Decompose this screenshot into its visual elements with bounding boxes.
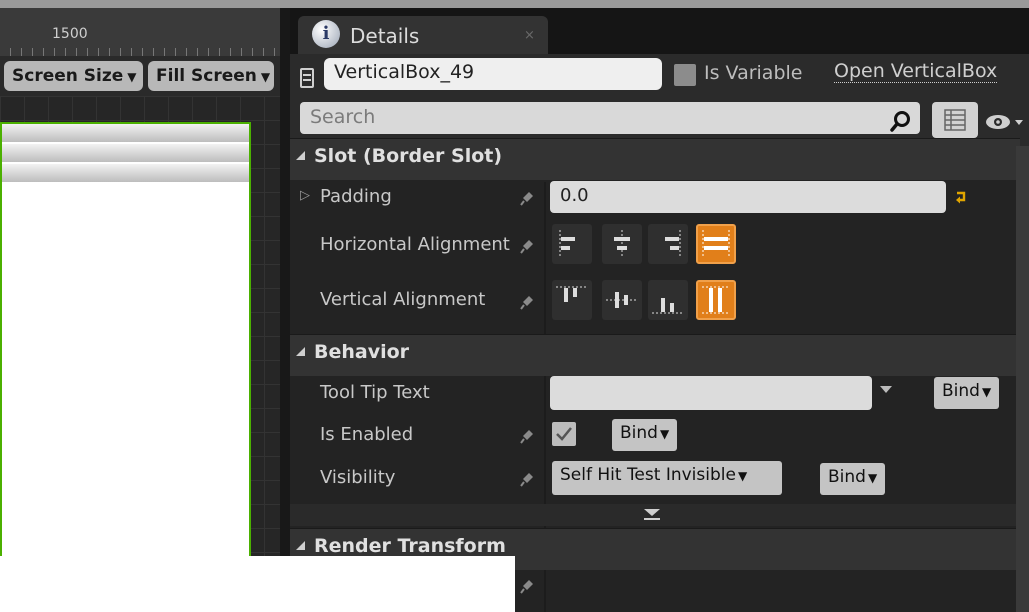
chevron-down-icon: ▼ <box>659 427 670 441</box>
align-right-icon <box>665 230 681 258</box>
render-transform-section-title: Render Transform <box>314 535 506 557</box>
canvas-band <box>2 124 249 142</box>
align-center-icon <box>614 230 630 258</box>
ruler-label: 1500 <box>52 26 88 42</box>
tab-title: Details <box>350 24 420 48</box>
padding-label: Padding <box>320 186 392 207</box>
tooltip-text-input[interactable] <box>550 376 872 410</box>
bind-label: Bind <box>942 381 980 401</box>
is-variable-checkbox[interactable] <box>674 64 696 86</box>
details-header: VerticalBox_49 Is Variable Open Vertical… <box>290 54 1029 146</box>
halign-fill-button[interactable] <box>696 224 736 264</box>
tooltip-bind-button[interactable]: Bind ▼ <box>934 377 1000 409</box>
align-middle-icon <box>606 292 638 308</box>
chevron-down-icon: ▼ <box>737 469 748 483</box>
collapse-triangle-icon <box>296 151 305 160</box>
chevron-down-icon: ▼ <box>127 70 137 84</box>
view-options-button[interactable] <box>932 102 978 138</box>
tab-details[interactable]: i Details × <box>298 16 548 54</box>
widget-name-input[interactable]: VerticalBox_49 <box>324 58 662 90</box>
horizontal-ruler: 1500 <box>0 8 280 64</box>
is-variable-label: Is Variable <box>704 62 803 84</box>
valign-top-button[interactable] <box>552 280 592 320</box>
search-input[interactable]: Search <box>300 102 920 134</box>
canvas-band <box>2 144 249 162</box>
bind-label: Bind <box>828 467 866 487</box>
vertical-alignment-label: Vertical Alignment <box>320 289 486 310</box>
designer-viewport: 1500 Screen Size ▼ Fill Screen ▼ <box>0 0 280 612</box>
pin-icon[interactable] <box>520 236 536 254</box>
enabled-bind-button[interactable]: Bind ▼ <box>612 419 678 451</box>
top-strip <box>0 0 1029 8</box>
screen-size-dropdown[interactable]: Screen Size ▼ <box>4 61 143 91</box>
bind-label: Bind <box>620 423 658 443</box>
align-left-icon <box>559 230 575 258</box>
eye-icon[interactable] <box>984 112 1024 132</box>
pin-icon[interactable] <box>520 292 536 310</box>
valign-center-button[interactable] <box>602 280 642 320</box>
close-icon[interactable]: × <box>524 28 535 43</box>
tab-bar: i Details × <box>290 8 1029 54</box>
collapse-triangle-icon <box>296 541 305 550</box>
slot-section-header[interactable]: Slot (Border Slot) <box>290 138 1020 180</box>
reset-to-default-icon[interactable] <box>954 190 968 204</box>
chevron-down-icon: ▼ <box>981 385 992 399</box>
align-bottom-icon <box>652 298 684 314</box>
info-icon: i <box>312 20 340 48</box>
align-top-icon <box>556 286 588 302</box>
valign-fill-button[interactable] <box>696 280 736 320</box>
advanced-expander[interactable] <box>290 504 1016 526</box>
open-verticalbox-link[interactable]: Open VerticalBox <box>834 60 998 83</box>
pin-icon[interactable] <box>520 426 536 444</box>
chevron-down-icon: ▼ <box>867 471 878 485</box>
is-enabled-checkbox[interactable] <box>552 422 576 446</box>
details-panel: i Details × VerticalBox_49 Is Variable O… <box>290 8 1029 612</box>
fill-screen-label: Fill Screen <box>156 66 257 86</box>
pin-icon[interactable] <box>520 188 536 206</box>
canvas-band <box>2 164 249 182</box>
slot-section-title: Slot (Border Slot) <box>314 145 503 167</box>
padding-input[interactable]: 0.0 <box>550 181 946 213</box>
screen-size-label: Screen Size <box>12 66 124 86</box>
is-enabled-label: Is Enabled <box>320 424 414 445</box>
fill-screen-dropdown[interactable]: Fill Screen ▼ <box>148 61 274 91</box>
chevron-down-icon[interactable] <box>880 386 892 393</box>
halign-right-button[interactable] <box>648 224 688 264</box>
chevron-down-icon: ▼ <box>260 70 271 84</box>
widget-icon <box>300 68 314 88</box>
collapse-triangle-icon <box>296 347 305 356</box>
search-icon[interactable] <box>890 110 912 132</box>
expand-arrow-icon[interactable]: ▷ <box>300 188 310 203</box>
cropped-area <box>0 556 515 612</box>
valign-bottom-button[interactable] <box>648 280 688 320</box>
vertical-scrollbar[interactable] <box>1016 146 1029 612</box>
grid-view-icon <box>944 109 966 131</box>
halign-left-button[interactable] <box>552 224 592 264</box>
visibility-value: Self Hit Test Invisible <box>560 465 736 485</box>
checkmark-icon <box>556 427 572 441</box>
pin-icon[interactable] <box>520 576 536 594</box>
halign-center-button[interactable] <box>602 224 642 264</box>
pin-icon[interactable] <box>520 469 536 487</box>
visibility-label: Visibility <box>320 467 396 488</box>
designer-toolbar: Screen Size ▼ Fill Screen ▼ <box>0 56 280 96</box>
visibility-dropdown[interactable]: Self Hit Test Invisible ▼ <box>552 461 782 495</box>
expand-advanced-icon <box>644 509 660 520</box>
align-fill-vertical-icon <box>702 286 730 314</box>
behavior-section-header[interactable]: Behavior <box>290 334 1020 376</box>
widget-canvas[interactable] <box>0 122 251 562</box>
behavior-section-title: Behavior <box>314 341 410 363</box>
tooltip-text-label: Tool Tip Text <box>320 382 430 403</box>
align-fill-horizontal-icon <box>702 230 730 258</box>
panel-splitter[interactable] <box>280 8 290 612</box>
horizontal-alignment-label: Horizontal Alignment <box>320 234 510 255</box>
visibility-bind-button[interactable]: Bind ▼ <box>820 463 886 495</box>
